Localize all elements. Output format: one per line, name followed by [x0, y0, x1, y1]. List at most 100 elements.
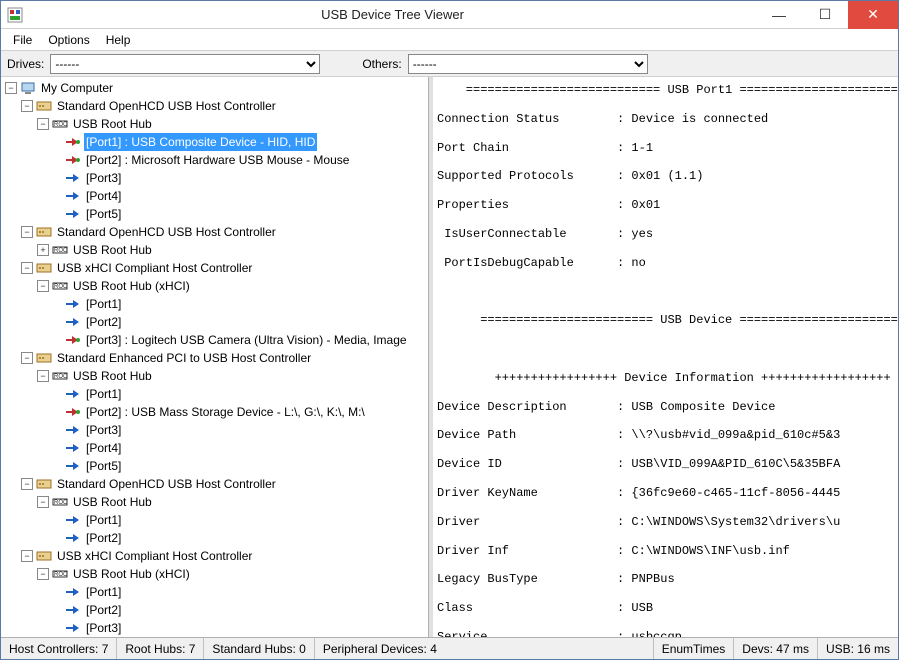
- tree-port[interactable]: [Port2]: [3, 313, 428, 331]
- expander-icon[interactable]: −: [37, 568, 49, 580]
- port-icon: [65, 458, 81, 474]
- tree-port[interactable]: [Port3]: [3, 169, 428, 187]
- tree-port[interactable]: [Port5]: [3, 457, 428, 475]
- port-icon: [65, 188, 81, 204]
- menu-options[interactable]: Options: [40, 31, 97, 49]
- expander-icon[interactable]: +: [37, 244, 49, 256]
- drives-select[interactable]: ------: [50, 54, 320, 74]
- menu-help[interactable]: Help: [98, 31, 139, 49]
- tree-root-hub[interactable]: − USB Root Hub (xHCI): [3, 277, 428, 295]
- tree-port[interactable]: [Port1]: [3, 511, 428, 529]
- tree-label: [Port3] : Logitech USB Camera (Ultra Vis…: [84, 331, 409, 349]
- expander-icon[interactable]: −: [21, 100, 33, 112]
- statusbar: Host Controllers: 7 Root Hubs: 7 Standar…: [1, 637, 898, 659]
- others-select[interactable]: ------: [408, 54, 648, 74]
- tree-label: USB Root Hub: [71, 115, 154, 133]
- tree-port[interactable]: [Port2] : Microsoft Hardware USB Mouse -…: [3, 151, 428, 169]
- expander-icon[interactable]: −: [37, 370, 49, 382]
- detail-pane[interactable]: =========================== USB Port1 ==…: [433, 77, 898, 637]
- controller-icon: [36, 350, 52, 366]
- detail-line: Device Description : USB Composite Devic…: [437, 400, 894, 414]
- detail-line: Device Path : \\?\usb#vid_099a&pid_610c#…: [437, 428, 894, 442]
- port-icon: [65, 620, 81, 636]
- port-icon: [65, 206, 81, 222]
- maximize-button[interactable]: ☐: [802, 1, 848, 29]
- tree-label: [Port3]: [84, 619, 123, 637]
- tree-host-controller[interactable]: − USB xHCI Compliant Host Controller: [3, 547, 428, 565]
- expander-icon[interactable]: −: [21, 352, 33, 364]
- tree-port[interactable]: [Port2] : USB Mass Storage Device - L:\,…: [3, 403, 428, 421]
- tree-root-hub[interactable]: − USB Root Hub: [3, 115, 428, 133]
- device-icon: [65, 134, 81, 150]
- detail-line: Supported Protocols : 0x01 (1.1): [437, 169, 894, 183]
- port-icon: [65, 602, 81, 618]
- tree-host-controller[interactable]: − USB xHCI Compliant Host Controller: [3, 259, 428, 277]
- tree-pane[interactable]: − My Computer − Standard OpenHCD USB Hos…: [1, 77, 429, 637]
- tree-host-controller[interactable]: − Standard OpenHCD USB Host Controller: [3, 475, 428, 493]
- window-controls: — ☐ ✕: [756, 1, 898, 29]
- menubar: File Options Help: [1, 29, 898, 51]
- controller-icon: [36, 548, 52, 564]
- status-standard-hubs: Standard Hubs: 0: [204, 638, 314, 659]
- close-button[interactable]: ✕: [848, 1, 898, 29]
- port-icon: [65, 170, 81, 186]
- menu-file[interactable]: File: [5, 31, 40, 49]
- tree-root-hub[interactable]: − USB Root Hub (xHCI): [3, 565, 428, 583]
- tree-root-hub[interactable]: + USB Root Hub: [3, 241, 428, 259]
- tree-label: USB Root Hub: [71, 493, 154, 511]
- tree-label: USB xHCI Compliant Host Controller: [55, 547, 254, 565]
- hub-icon: [52, 278, 68, 294]
- detail-line: Legacy BusType : PNPBus: [437, 572, 894, 586]
- expander-icon[interactable]: −: [21, 262, 33, 274]
- tree-label: Standard OpenHCD USB Host Controller: [55, 475, 278, 493]
- tree-label: [Port1]: [84, 511, 123, 529]
- tree-port[interactable]: [Port4]: [3, 439, 428, 457]
- tree-root-hub[interactable]: − USB Root Hub: [3, 493, 428, 511]
- tree-label: [Port5]: [84, 205, 123, 223]
- tree-port[interactable]: [Port1]: [3, 385, 428, 403]
- expander-icon[interactable]: −: [37, 118, 49, 130]
- tree-label: [Port2]: [84, 313, 123, 331]
- status-root-hubs: Root Hubs: 7: [117, 638, 204, 659]
- minimize-button[interactable]: —: [756, 1, 802, 29]
- tree-port[interactable]: [Port1]: [3, 583, 428, 601]
- tree-port[interactable]: [Port2]: [3, 529, 428, 547]
- expander-icon[interactable]: −: [37, 496, 49, 508]
- tree-port[interactable]: [Port3] : Logitech USB Camera (Ultra Vis…: [3, 331, 428, 349]
- tree-label: Standard OpenHCD USB Host Controller: [55, 223, 278, 241]
- status-enumtimes: EnumTimes: [654, 638, 735, 659]
- detail-line: IsUserConnectable : yes: [437, 227, 894, 241]
- tree-label: USB Root Hub (xHCI): [71, 277, 192, 295]
- port-icon: [65, 512, 81, 528]
- app-icon: [7, 7, 23, 23]
- hub-icon: [52, 368, 68, 384]
- tree-label: [Port1]: [84, 583, 123, 601]
- tree-port[interactable]: [Port2]: [3, 601, 428, 619]
- tree-port[interactable]: [Port4]: [3, 187, 428, 205]
- tree-label: [Port1]: [84, 295, 123, 313]
- expander-icon[interactable]: −: [21, 478, 33, 490]
- detail-line: Driver KeyName : {36fc9e60-c465-11cf-805…: [437, 486, 894, 500]
- tree-host-controller[interactable]: − Standard OpenHCD USB Host Controller: [3, 97, 428, 115]
- expander-icon[interactable]: −: [21, 550, 33, 562]
- tree-root[interactable]: − My Computer: [3, 79, 428, 97]
- detail-line: =========================== USB Port1 ==…: [437, 83, 894, 97]
- expander-icon[interactable]: −: [5, 82, 17, 94]
- tree-port[interactable]: [Port5]: [3, 205, 428, 223]
- tree-port[interactable]: [Port3]: [3, 619, 428, 637]
- tree-label: USB xHCI Compliant Host Controller: [55, 259, 254, 277]
- others-label: Others:: [362, 57, 401, 71]
- port-icon: [65, 422, 81, 438]
- tree-port[interactable]: [Port3]: [3, 421, 428, 439]
- tree-root-hub[interactable]: − USB Root Hub: [3, 367, 428, 385]
- expander-icon[interactable]: −: [21, 226, 33, 238]
- detail-line: Properties : 0x01: [437, 198, 894, 212]
- controller-icon: [36, 98, 52, 114]
- tree-label: [Port2] : USB Mass Storage Device - L:\,…: [84, 403, 367, 421]
- expander-icon[interactable]: −: [37, 280, 49, 292]
- tree-host-controller[interactable]: − Standard Enhanced PCI to USB Host Cont…: [3, 349, 428, 367]
- tree-host-controller[interactable]: − Standard OpenHCD USB Host Controller: [3, 223, 428, 241]
- toolbar: Drives: ------ Others: ------: [1, 51, 898, 77]
- tree-port-selected[interactable]: [Port1] : USB Composite Device - HID, HI…: [3, 133, 428, 151]
- tree-port[interactable]: [Port1]: [3, 295, 428, 313]
